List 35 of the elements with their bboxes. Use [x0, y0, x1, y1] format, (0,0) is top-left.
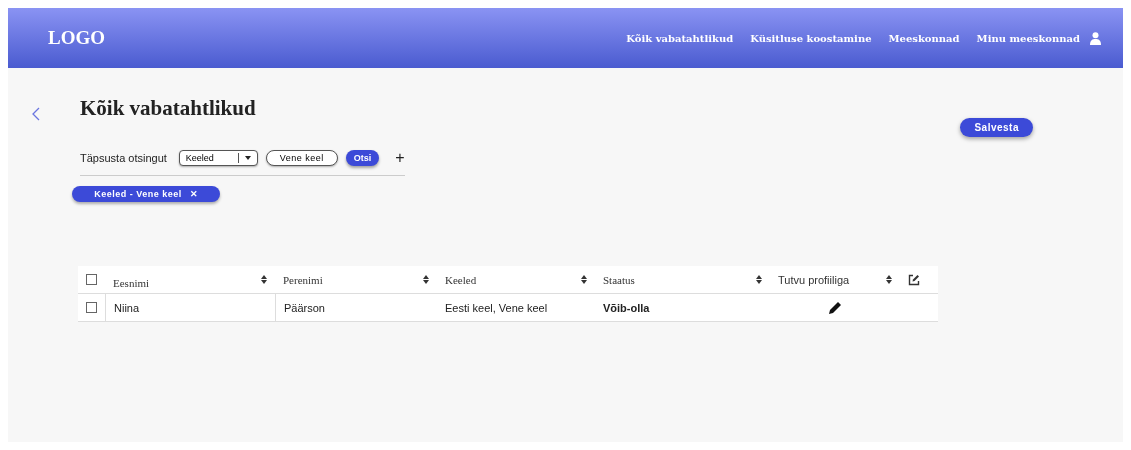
nav-link[interactable]: Meeskonnad: [888, 32, 960, 44]
filter-value-field[interactable]: Vene keel: [265, 150, 338, 166]
select-all-checkbox[interactable]: [86, 274, 97, 285]
table-cell: Niina: [114, 301, 140, 314]
back-icon[interactable]: [30, 106, 42, 122]
caret-icon: [244, 156, 251, 160]
user-icon[interactable]: [1090, 31, 1101, 45]
column-header: Eesnimi: [113, 276, 150, 289]
column-header: Keeled: [445, 273, 477, 286]
filter-select[interactable]: Keeled: [178, 150, 258, 166]
sort-icon[interactable]: [261, 275, 267, 284]
sort-icon[interactable]: [886, 275, 892, 284]
chip-remove-button[interactable]: ✕: [189, 189, 198, 199]
column-header: Staatus: [603, 273, 635, 286]
page-title: Kõik vabatahtlikud: [80, 96, 256, 121]
nav-link[interactable]: Minu meeskonnad: [976, 32, 1080, 44]
table-cell: Päärson: [284, 301, 325, 314]
save-button[interactable]: Salvesta: [960, 118, 1033, 137]
column-header: Perenimi: [283, 273, 323, 286]
table-cell: Võib-olla: [603, 301, 650, 314]
filter-label: Täpsusta otsingut: [80, 152, 167, 164]
add-button[interactable]: +: [387, 149, 405, 167]
sort-icon[interactable]: [423, 275, 429, 284]
edit-icon[interactable]: [908, 273, 920, 286]
sort-icon[interactable]: [756, 275, 762, 284]
table-cell: Eesti keel, Vene keel: [445, 301, 548, 314]
nav-link[interactable]: Kõik vabatahtlikud: [626, 32, 734, 44]
chip-label: Keeled - Vene keel: [94, 189, 182, 199]
sort-icon[interactable]: [581, 275, 587, 284]
nav-link[interactable]: Küsitluse koostamine: [750, 32, 872, 44]
pencil-icon[interactable]: [828, 301, 842, 314]
row-checkbox[interactable]: [86, 302, 97, 313]
logo[interactable]: LOGO: [48, 27, 610, 49]
column-header: Tutvu profiiliga: [778, 273, 850, 286]
search-button[interactable]: Otsi: [345, 150, 380, 166]
